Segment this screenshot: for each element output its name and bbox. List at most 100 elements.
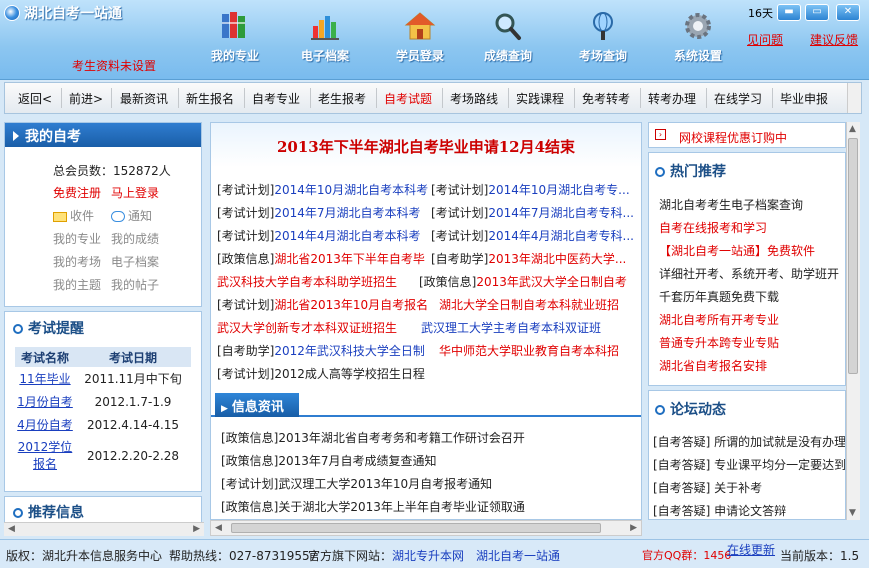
home-icon [404,12,436,40]
my-topics-link[interactable]: 我的主题 [53,276,101,293]
forum-item[interactable]: [自考答疑] 申请论文答辩 [653,502,786,519]
menu-transfer[interactable]: 转考办理 [648,90,696,107]
menu-returning-signup[interactable]: 老生报考 [318,90,366,107]
minimize-button[interactable]: ▬ [777,4,801,21]
news-item[interactable]: [考试计划]2012成人高等学校招生日程 [217,365,425,382]
news-item[interactable]: [考试计划]2014年4月湖北自考专科... [431,227,634,244]
hot-item[interactable]: 千套历年真题免费下载 [659,288,779,305]
hot-item[interactable]: 湖北省自考报名安排 [659,357,767,374]
toolbar-label: 我的专业 [210,49,259,63]
news-item[interactable]: [考试计划]2014年10月湖北自考本科考 [217,181,428,198]
hot-item[interactable]: 详细社开考、系统开考、助学班开 [659,265,839,282]
news-item[interactable]: [政策信息]湖北省2013年下半年自考毕 [217,250,425,267]
news-item[interactable]: [考试计划]2014年7月湖北自考专科... [431,204,634,221]
close-button[interactable]: ✕ [836,4,860,21]
exam-date: 2011.11月中下旬 [84,372,182,386]
promo-link[interactable]: 网校课程优惠订购中 [679,129,787,146]
magnifier-icon [495,13,521,40]
news-item[interactable]: [自考助学]2013年湖北中医药大学... [431,250,626,267]
bullet-icon [655,167,665,177]
info-tab[interactable]: ▶ 信息资讯 [215,393,299,417]
left-horizontal-scrollbar[interactable]: ◀ ▶ [4,522,204,536]
exam-name-link[interactable]: 1月份自考 [15,390,75,413]
scrollbar-thumb[interactable] [848,138,858,374]
news-item[interactable]: 武汉科技大学自考本科助学班招生 [217,273,397,290]
days-left-counter: 16天 [748,7,773,20]
profile-warning[interactable]: 考生资料未设置 [72,57,156,74]
menu-exam-route[interactable]: 考场路线 [450,90,498,107]
center-horizontal-scrollbar[interactable]: ◀ ▶ [210,520,642,536]
news-item[interactable]: 湖北大学全日制自考本科就业班招 [439,296,619,313]
news-item[interactable]: 武汉理工大学主考自考本科双证班 [421,319,601,336]
menu-online-study[interactable]: 在线学习 [714,90,762,107]
bullet-icon [13,508,23,518]
maximize-button[interactable]: ▭ [805,4,829,21]
forum-header: 论坛动态 [655,399,726,419]
news-item[interactable]: 华中师范大学职业教育自考本科招 [439,342,619,359]
app-title: 湖北自考一站通 [24,6,122,22]
my-posts-link[interactable]: 我的帖子 [111,276,159,293]
faq-link[interactable]: 见问题 [747,31,783,48]
toolbar-exam-room-query-button[interactable]: 考场查询 [567,8,639,64]
bullet-icon [655,405,665,415]
info-item[interactable]: [政策信息]2013年7月自考成绩复查通知 [221,452,437,469]
news-item[interactable]: [考试计划]湖北省2013年10月自考报名 [217,296,428,313]
scroll-right-icon: ▶ [630,523,637,533]
my-scores-link[interactable]: 我的成绩 [111,230,159,247]
hot-item[interactable]: 【湖北自考一站通】免费软件 [659,242,815,259]
forum-item[interactable]: [自考答疑] 关于补考 [653,479,762,496]
menu-new-registration[interactable]: 新生报名 [186,90,234,107]
column-header: 考试名称 [15,347,75,367]
register-link[interactable]: 免费注册 [53,184,101,201]
inbox-link[interactable]: 收件 [53,207,94,224]
online-update-link[interactable]: 在线更新 [727,541,775,558]
headline[interactable]: 2013年下半年湖北自考毕业申请12月4结束 [211,136,641,157]
exam-name-link[interactable]: 11年毕业 [15,367,75,390]
hot-item[interactable]: 湖北自考考生电子档案查询 [659,196,803,213]
news-item[interactable]: [自考助学]2012年武汉科技大学全日制 [217,342,425,359]
login-link[interactable]: 马上登录 [111,184,159,201]
toolbar-my-major-button[interactable]: 我的专业 [199,8,271,64]
notice-link[interactable]: 通知 [111,207,152,224]
copyright-text: 版权：湖北升本信息服务中心 [6,549,163,563]
exam-name-link[interactable]: 2012学位报名 [15,436,75,476]
menu-exemption[interactable]: 免考转考 [582,90,630,107]
news-item[interactable]: [考试计划]2014年7月湖北自考本科考 [217,204,421,221]
menu-back[interactable]: 返回< [18,90,52,107]
site-link-zsb[interactable]: 湖北专升本网 [392,547,464,564]
forum-item[interactable]: [自考答疑] 所谓的加试就是没有办理免 [653,433,845,450]
news-item[interactable]: [政策信息]2013年武汉大学全日制自考 [419,273,627,290]
suggestion-feedback-link[interactable]: 建议反馈 [810,31,858,48]
menu-graduation[interactable]: 毕业申报 [780,90,828,107]
info-item[interactable]: [政策信息]关于湖北大学2013年上半年自考毕业证领取通 [221,498,525,515]
exam-name-link[interactable]: 4月份自考 [15,413,75,436]
toolbar-score-query-button[interactable]: 成绩查询 [472,8,544,64]
news-item[interactable]: [考试计划]2014年4月湖北自考本科考 [217,227,421,244]
menu-exam-papers[interactable]: 自考试题 [384,90,432,107]
menu-scrollbar[interactable] [847,83,861,113]
toolbar-e-archive-button[interactable]: 电子档案 [289,8,361,64]
hot-item[interactable]: 湖北自考所有开考专业 [659,311,779,328]
e-archive-link[interactable]: 电子档案 [111,253,159,270]
hot-item[interactable]: 自考在线报考和学习 [659,219,767,236]
menu-practice-course[interactable]: 实践课程 [516,90,564,107]
right-vertical-scrollbar[interactable]: ▲ ▼ [846,122,860,520]
news-item[interactable]: [考试计划]2014年10月湖北自考专... [431,181,630,198]
news-item[interactable]: 武汉大学创新专才本科双证班招生 [217,319,397,336]
my-major-link[interactable]: 我的专业 [53,230,101,247]
scroll-down-icon: ▼ [849,508,856,518]
site-link-yzt[interactable]: 湖北自考一站通 [476,547,560,564]
toolbar-label: 成绩查询 [483,49,532,63]
toolbar-student-login-button[interactable]: 学员登录 [384,8,456,64]
menu-majors[interactable]: 自考专业 [252,90,300,107]
forum-item[interactable]: [自考答疑] 专业课平均分一定要达到 [653,456,845,473]
info-item[interactable]: [考试计划]武汉理工大学2013年10月自考报考通知 [221,475,492,492]
hot-item[interactable]: 普通专升本跨专业专贴 [659,334,779,351]
scrollbar-thumb[interactable] [231,523,601,533]
menu-latest-news[interactable]: 最新资讯 [120,90,168,107]
menu-forward[interactable]: 前进> [69,90,103,107]
hot-header: 热门推荐 [655,161,726,181]
info-item[interactable]: [政策信息]2013年湖北省自考考务和考籍工作研讨会召开 [221,429,525,446]
my-exam-room-link[interactable]: 我的考场 [53,253,101,270]
toolbar-settings-button[interactable]: 系统设置 [662,8,734,64]
